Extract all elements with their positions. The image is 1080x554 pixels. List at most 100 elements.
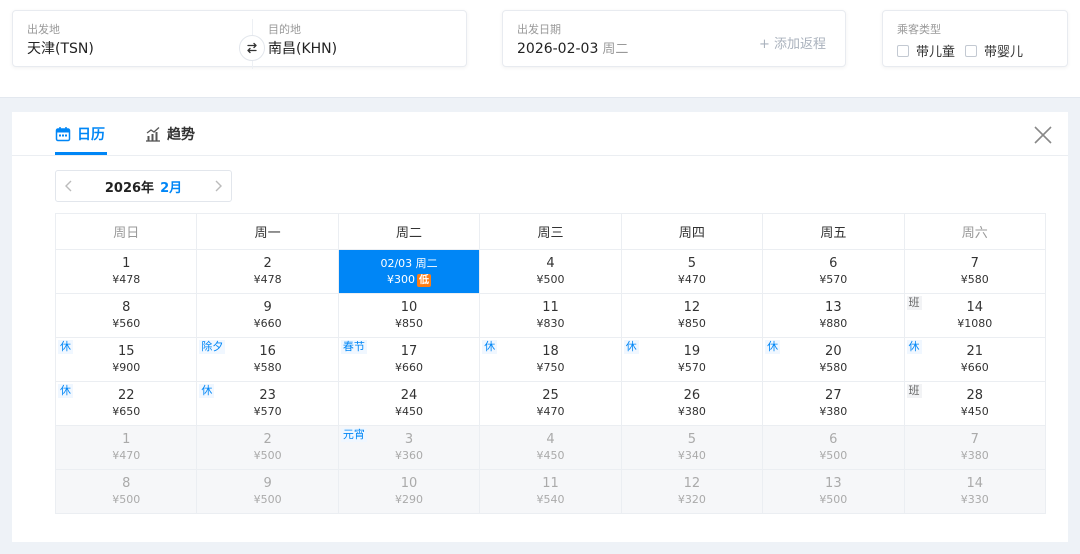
calendar-day-cell[interactable]: 元宵 3 ¥360 [337, 425, 481, 470]
day-price: ¥880 [819, 317, 848, 330]
holiday-tag: 元宵 [340, 428, 367, 442]
weekday-header: 周二 [337, 213, 481, 250]
calendar-day-cell[interactable]: 5 ¥340 [620, 425, 764, 470]
calendar-day-cell[interactable]: 7 ¥380 [903, 425, 1047, 470]
calendar-day-cell[interactable]: 休 18 ¥750 [479, 337, 622, 382]
day-price-wrap: ¥570 [622, 361, 762, 375]
day-price-wrap: ¥290 [339, 493, 479, 507]
day-number: 26 [683, 388, 701, 403]
calendar-day-cell[interactable]: 休 15 ¥900 [54, 337, 198, 382]
date-card[interactable]: 出发日期 2026-02-03 周二 + 添加返程 [502, 10, 846, 67]
from-label: 出发地 [27, 23, 60, 36]
day-number: 8 [122, 300, 131, 315]
day-price-wrap: ¥470 [480, 405, 620, 419]
day-price-wrap: ¥580 [905, 273, 1045, 287]
day-number: 10 [400, 476, 418, 491]
calendar-day-cell[interactable]: 2 ¥478 [196, 249, 339, 294]
from-field[interactable]: 出发地 天津(TSN) [13, 11, 239, 66]
prev-month-button[interactable] [56, 171, 82, 201]
month-title: 2026年 2月 [82, 177, 205, 196]
calendar-day-cell[interactable]: 12 ¥320 [620, 469, 764, 514]
calendar-day-cell[interactable]: 26 ¥380 [620, 381, 764, 426]
calendar-day-cell[interactable]: 9 ¥500 [196, 469, 339, 514]
day-price: ¥450 [960, 405, 989, 418]
tab-trend[interactable]: 趋势 [145, 124, 195, 144]
calendar-day-cell[interactable]: 2 ¥500 [196, 425, 339, 470]
calendar-day-cell[interactable]: 休 22 ¥650 [54, 381, 198, 426]
day-price: ¥470 [677, 273, 706, 286]
calendar-day-cell[interactable]: 休 23 ¥570 [196, 381, 339, 426]
day-number: 24 [400, 388, 418, 403]
calendar-day-cell[interactable]: 1 ¥470 [54, 425, 198, 470]
to-field[interactable]: 目的地 南昌(KHN) [265, 11, 465, 66]
calendar-day-cell[interactable]: 11 ¥830 [479, 293, 622, 338]
month-month: 2月 [160, 180, 183, 196]
calendar-day-cell[interactable]: 4 ¥450 [479, 425, 622, 470]
day-number: 22 [117, 388, 135, 403]
calendar-day-cell[interactable]: 6 ¥500 [762, 425, 905, 470]
day-price-wrap: ¥1080 [905, 317, 1045, 331]
day-price: ¥500 [112, 493, 141, 506]
calendar-day-cell-selected[interactable]: 02/03 周二 ¥300 低 [337, 249, 481, 294]
add-return-button[interactable]: + 添加返程 [759, 33, 826, 52]
day-price: ¥660 [253, 317, 282, 330]
holiday-tag: 休 [58, 384, 73, 398]
day-number: 11 [542, 476, 559, 491]
holiday-tag: 休 [58, 340, 73, 354]
day-price-wrap: ¥540 [480, 493, 620, 507]
calendar-day-cell[interactable]: 24 ¥450 [337, 381, 481, 426]
calendar-day-cell[interactable]: 27 ¥380 [762, 381, 905, 426]
day-price-wrap: ¥580 [763, 361, 903, 375]
day-number: 18 [542, 344, 559, 359]
calendar-day-cell[interactable]: 1 ¥478 [54, 249, 198, 294]
swap-icon [247, 42, 257, 54]
day-price-wrap: ¥450 [905, 405, 1045, 419]
child-checkbox-box[interactable] [897, 44, 909, 57]
calendar-day-cell[interactable]: 8 ¥500 [54, 469, 198, 514]
from-value: 天津(TSN) [27, 41, 94, 57]
calendar-day-cell[interactable]: 休 20 ¥580 [762, 337, 905, 382]
calendar-day-cell[interactable]: 班 14 ¥1080 [903, 293, 1047, 338]
lowest-price-badge: 低 [417, 274, 432, 287]
calendar-day-cell[interactable]: 9 ¥660 [196, 293, 339, 338]
calendar-day-cell[interactable]: 25 ¥470 [479, 381, 622, 426]
holiday-tag: 休 [199, 384, 215, 398]
calendar-day-cell[interactable]: 10 ¥850 [337, 293, 481, 338]
calendar-day-cell[interactable]: 4 ¥500 [479, 249, 622, 294]
calendar-day-cell[interactable]: 11 ¥540 [479, 469, 622, 514]
calendar-day-cell[interactable]: 13 ¥880 [762, 293, 905, 338]
calendar-day-cell[interactable]: 休 21 ¥660 [903, 337, 1047, 382]
swap-button[interactable] [239, 35, 265, 61]
day-price-wrap: ¥830 [480, 317, 620, 331]
child-checkbox[interactable]: 带儿童 [897, 41, 955, 60]
day-price: ¥660 [960, 361, 989, 374]
calendar-day-cell[interactable]: 除夕 16 ¥580 [196, 337, 339, 382]
tab-calendar[interactable]: 日历 [55, 124, 105, 144]
calendar-day-cell[interactable]: 7 ¥580 [903, 249, 1047, 294]
calendar-day-cell[interactable]: 8 ¥560 [54, 293, 198, 338]
calendar-day-cell[interactable]: 12 ¥850 [620, 293, 764, 338]
day-price-wrap: ¥660 [905, 361, 1045, 375]
day-price: ¥570 [677, 361, 706, 374]
calendar-day-cell[interactable]: 14 ¥330 [903, 469, 1047, 514]
calendar-day-cell[interactable]: 休 19 ¥570 [620, 337, 764, 382]
tab-calendar-label: 日历 [77, 127, 105, 143]
day-price: ¥830 [536, 317, 565, 330]
calendar-day-cell[interactable]: 6 ¥570 [762, 249, 905, 294]
close-button[interactable] [1032, 124, 1054, 146]
calendar-day-cell[interactable]: 5 ¥470 [620, 249, 764, 294]
calendar-day-cell[interactable]: 10 ¥290 [337, 469, 481, 514]
calendar-day-cell[interactable]: 13 ¥500 [762, 469, 905, 514]
day-price: ¥570 [253, 405, 282, 418]
day-price: ¥500 [819, 449, 848, 462]
infant-checkbox-box[interactable] [965, 44, 977, 57]
infant-checkbox[interactable]: 带婴儿 [965, 41, 1023, 60]
day-price-wrap: ¥900 [56, 361, 196, 375]
calendar-week-row: 8 ¥560 9 ¥660 10 ¥850 11 ¥830 12 ¥850 13 ¥880 班 14 ¥10… [54, 293, 1047, 338]
weekday-header: 周五 [762, 213, 905, 250]
day-number: 5 [687, 432, 697, 447]
calendar-week-row: 1 ¥478 2 ¥478 02/03 周二 ¥300 低 4 ¥500 5 ¥470 6 ¥570 7 ¥… [54, 249, 1047, 294]
calendar-day-cell[interactable]: 春节 17 ¥660 [337, 337, 481, 382]
calendar-day-cell[interactable]: 班 28 ¥450 [903, 381, 1047, 426]
next-month-button[interactable] [205, 171, 231, 201]
